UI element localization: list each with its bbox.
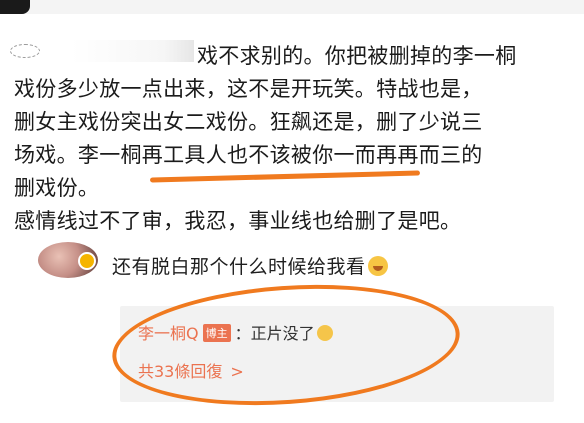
reply-content: 还有脱白那个什么时候给我看 xyxy=(112,256,366,278)
comment-reply: 还有脱白那个什么时候给我看 李一桐Q 博主 ：正片没了 共33條回復 > xyxy=(0,236,584,423)
post-line: 感情线过不了审，我忍，事业线也给删了是吧。 xyxy=(14,209,462,233)
vip-badge-icon xyxy=(78,252,96,270)
grin-tears-emoji-icon xyxy=(367,256,388,276)
post-line: 戏不求别的。你把被删掉的李一桐 xyxy=(197,44,517,68)
post-line: 戏份多少放一点出来，这不是开玩笑。特战也是， xyxy=(14,77,483,101)
post-line: 删女主戏份突出女二戏份。狂飙还是，删了少说三 xyxy=(14,110,483,134)
top-avatar-fragment xyxy=(0,0,30,14)
reply-text: 还有脱白那个什么时候给我看 xyxy=(112,252,388,279)
top-strip xyxy=(0,0,584,14)
post-body: 戏不求别的。你把被删掉的李一桐 戏份多少放一点出来，这不是开玩笑。特战也是， 删… xyxy=(14,40,579,238)
post-line: 场戏。李一桐再工具人也不该被你一而再再而三的 xyxy=(14,143,483,167)
